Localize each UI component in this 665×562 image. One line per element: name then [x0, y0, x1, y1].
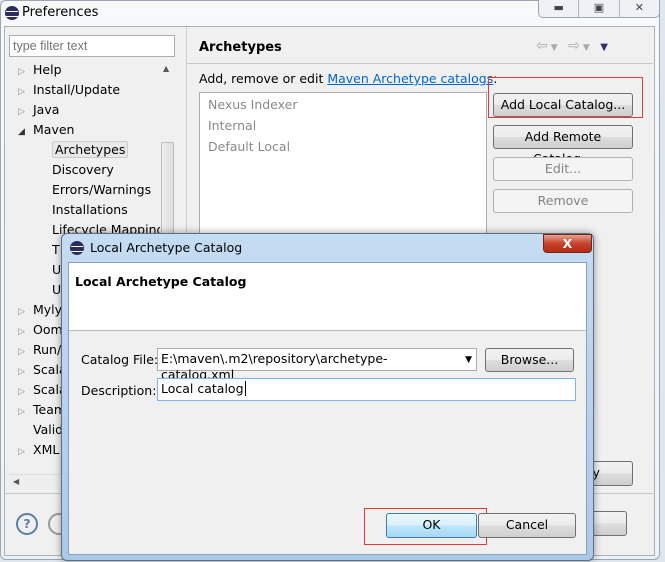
- forward-arrow-icon[interactable]: ⇨: [568, 38, 583, 54]
- collapsed-arrow-icon[interactable]: ▷: [18, 402, 33, 422]
- tree-item[interactable]: Errors/Warnings: [52, 180, 151, 200]
- tree-item[interactable]: Valid: [18, 420, 63, 440]
- add-remote-catalog-button[interactable]: Add Remote Catalog...: [493, 125, 633, 166]
- eclipse-icon: [5, 6, 19, 20]
- tree-item[interactable]: Installations: [52, 200, 128, 220]
- tree-item-label: Myly: [33, 302, 63, 317]
- tree-item-label: Help: [33, 62, 62, 77]
- tree-item[interactable]: ▷ XML: [18, 440, 59, 462]
- catalog-file-combo[interactable]: E:\maven\.m2\repository\archetype-catalo…: [157, 348, 477, 382]
- dialog-title: Local Archetype Catalog: [90, 240, 243, 255]
- collapsed-arrow-icon[interactable]: ▷: [18, 362, 33, 382]
- tree-item-label: Maven: [33, 122, 75, 137]
- tree-item-label: Java: [33, 102, 60, 117]
- description-label: Description:: [81, 383, 157, 398]
- filter-input[interactable]: [9, 35, 175, 57]
- tree-item[interactable]: U: [52, 280, 61, 300]
- tree-item-label: Oom: [33, 322, 63, 337]
- text-cursor: [244, 381, 246, 396]
- tree-item[interactable]: ▷ Team: [18, 400, 66, 422]
- scroll-left-arrow-icon[interactable]: ◀: [13, 477, 19, 486]
- tree-item-label: Run/: [33, 342, 62, 357]
- tree-item[interactable]: U: [52, 260, 61, 280]
- collapsed-arrow-icon[interactable]: ▷: [18, 382, 33, 402]
- edit-button[interactable]: Edit...: [493, 157, 633, 181]
- tree-item[interactable]: ▷ Install/Update: [18, 80, 120, 102]
- chevron-down-icon[interactable]: ▼: [465, 352, 472, 368]
- collapsed-arrow-icon[interactable]: ▷: [18, 342, 33, 362]
- catalog-file-label: Catalog File:: [81, 352, 159, 367]
- ok-button[interactable]: OK: [386, 513, 477, 538]
- description-input[interactable]: Local catalog: [157, 378, 576, 401]
- tree-item[interactable]: ▷ Scala: [18, 380, 67, 402]
- minimize-button[interactable]: ▬: [539, 0, 580, 17]
- tree-item-label: Discovery: [52, 162, 114, 177]
- description-text: Add, remove or edit: [199, 71, 328, 86]
- tree-item[interactable]: T: [52, 240, 60, 260]
- tree-scroll-thumb[interactable]: [161, 142, 174, 242]
- tree-item[interactable]: ◢ Maven: [18, 120, 74, 142]
- description-value: Local catalog: [161, 381, 244, 396]
- header-separator: [187, 63, 653, 64]
- collapsed-arrow-icon[interactable]: ▷: [18, 82, 33, 102]
- tree-item-label: T: [52, 242, 60, 257]
- tree-item[interactable]: ▷ Run/: [18, 340, 61, 362]
- collapsed-arrow-icon[interactable]: ▷: [18, 62, 33, 82]
- tree-item[interactable]: ▷ Help: [18, 60, 62, 82]
- back-arrow-icon[interactable]: ⇦: [536, 38, 551, 54]
- tree-item[interactable]: Archetypes: [52, 140, 129, 160]
- remove-button[interactable]: Remove: [493, 189, 633, 213]
- list-item[interactable]: Internal: [208, 115, 256, 136]
- tree-item-label: Valid: [33, 422, 64, 437]
- close-button[interactable]: ✕: [620, 0, 659, 17]
- scroll-up-arrow-icon[interactable]: ▲: [163, 64, 169, 73]
- tree-item-label: Installations: [52, 202, 128, 217]
- tree-item-label: U: [52, 262, 62, 277]
- maven-catalogs-link[interactable]: Maven Archetype catalogs: [327, 71, 493, 86]
- tree-item[interactable]: ▷ Oom: [18, 320, 63, 342]
- forward-dropdown-icon[interactable]: ▼: [583, 43, 593, 53]
- list-item[interactable]: Default Local: [208, 136, 290, 157]
- dialog-header: Local Archetype Catalog: [69, 263, 586, 331]
- back-dropdown-icon[interactable]: ▼: [551, 43, 561, 53]
- tree-item-label: XML: [33, 442, 60, 457]
- page-nav: ⇦▼ ⇨▼ ▼: [536, 38, 611, 54]
- tree-item-label: Errors/Warnings: [52, 182, 152, 197]
- tree-item-label: Archetypes: [52, 141, 129, 158]
- window-controls: ▬ ▣ ✕: [538, 0, 660, 18]
- catalog-list[interactable]: Nexus Indexer Internal Default Local: [199, 92, 487, 242]
- dialog-close-button[interactable]: X: [543, 234, 592, 253]
- tree-item[interactable]: ▷ Scala: [18, 360, 67, 382]
- add-local-catalog-button[interactable]: Add Local Catalog...: [493, 93, 633, 117]
- local-archetype-catalog-dialog: Local Archetype Catalog X Local Archetyp…: [61, 233, 594, 561]
- dialog-body: Local Archetype Catalog Catalog File: E:…: [68, 262, 587, 555]
- tree-item[interactable]: Discovery: [52, 160, 114, 180]
- tree-item[interactable]: ▷ Myly: [18, 300, 62, 322]
- dialog-header-title: Local Archetype Catalog: [75, 274, 247, 289]
- view-menu-icon[interactable]: ▼: [600, 42, 611, 53]
- window-title: Preferences: [22, 5, 99, 20]
- page-title: Archetypes: [199, 40, 282, 55]
- tree-item-label: U: [52, 282, 62, 297]
- browse-button[interactable]: Browse...: [485, 348, 574, 372]
- help-icon[interactable]: ?: [16, 513, 38, 535]
- cancel-button[interactable]: Cancel: [478, 513, 576, 538]
- tree-item[interactable]: ▷ Java: [18, 100, 59, 122]
- collapsed-arrow-icon[interactable]: ▷: [18, 322, 33, 342]
- restore-button[interactable]: ▣: [579, 0, 620, 17]
- expanded-arrow-icon[interactable]: ◢: [18, 122, 33, 142]
- catalog-description: Add, remove or edit Maven Archetype cata…: [199, 71, 497, 86]
- collapsed-arrow-icon[interactable]: ▷: [18, 102, 33, 122]
- eclipse-icon: [70, 241, 84, 255]
- collapsed-arrow-icon[interactable]: ▷: [18, 442, 33, 462]
- collapsed-arrow-icon[interactable]: ▷: [18, 302, 33, 322]
- list-item[interactable]: Nexus Indexer: [208, 94, 297, 115]
- tree-item-label: Install/Update: [33, 82, 121, 97]
